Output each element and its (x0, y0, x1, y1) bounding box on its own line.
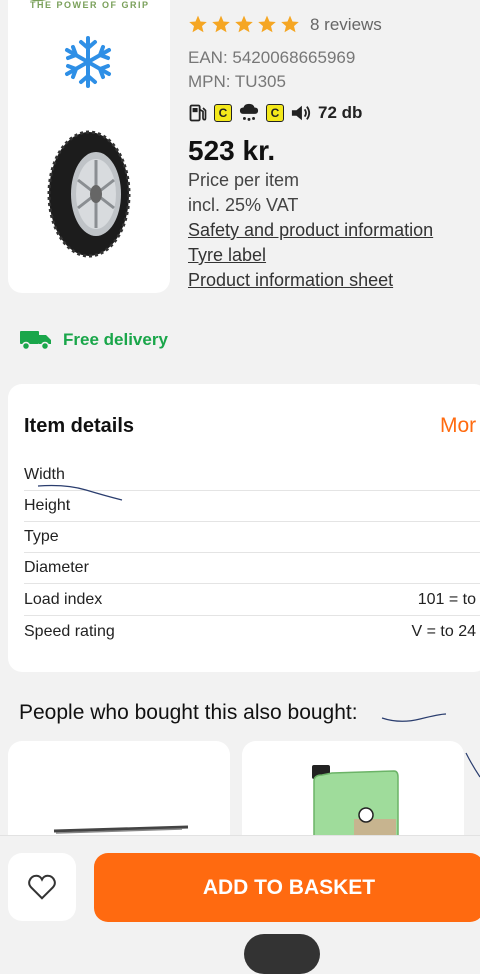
rating-stars (188, 14, 300, 34)
star-icon (189, 15, 207, 33)
more-details-link[interactable]: Mor (440, 414, 476, 438)
add-to-basket-button[interactable]: ADD TO BASKET (94, 853, 480, 922)
detail-row-type: Type (24, 522, 480, 553)
mpn-code: MPN: TU305 (188, 72, 286, 91)
detail-value: V = to 24 (411, 622, 477, 640)
wet-grip-grade: C (266, 104, 284, 122)
safety-info-link[interactable]: Safety and product information (188, 220, 433, 241)
fuel-pump-icon (189, 104, 207, 122)
detail-label: Speed rating (24, 622, 115, 640)
product-info-sheet-link[interactable]: Product information sheet (188, 270, 393, 291)
star-icon (212, 15, 230, 33)
tyre-image (47, 130, 131, 258)
detail-row-load-index: Load index 101 = to (24, 585, 480, 616)
delivery-truck-icon (20, 331, 51, 351)
also-bought-title: People who bought this also bought: (19, 701, 358, 724)
free-delivery-text: Free delivery (63, 330, 168, 349)
price: 523 kr. (188, 135, 276, 166)
detail-value: 101 = to (417, 591, 476, 608)
brand-tagline: THE POWER OF GRIP (30, 0, 150, 10)
detail-row-speed-rating: Speed rating V = to 24 (24, 616, 480, 647)
star-icon (281, 15, 299, 33)
star-icon (258, 15, 276, 33)
pen-scribble-mark (37, 484, 123, 501)
detail-label: Diameter (24, 559, 89, 576)
pen-scribble-mark (381, 713, 447, 722)
detail-row-diameter: Diameter (24, 553, 480, 584)
wet-grip-cloud-icon (239, 103, 259, 121)
vat-note: incl. 25% VAT (188, 195, 299, 215)
home-indicator (244, 934, 320, 974)
eu-tyre-label-summary: C C 72 db (188, 101, 362, 125)
reviews-count[interactable]: 8 reviews (310, 15, 382, 35)
star-icon (235, 15, 253, 33)
fuel-efficiency-grade: C (214, 104, 232, 122)
heart-icon (28, 874, 56, 900)
pen-scribble-mark (465, 752, 480, 778)
noise-level: 72 db (318, 103, 363, 122)
ean-code: EAN: 5420068665969 (188, 48, 356, 67)
item-details-title: Item details (24, 415, 135, 437)
detail-label: Load index (24, 591, 103, 608)
add-to-favorites-button[interactable] (8, 853, 76, 921)
price-per-item-note: Price per item (188, 170, 300, 190)
winter-snowflake-icon (65, 36, 111, 88)
speaker-noise-icon (291, 105, 311, 121)
tyre-label-link[interactable]: Tyre label (188, 245, 266, 266)
detail-label: Type (24, 528, 59, 545)
